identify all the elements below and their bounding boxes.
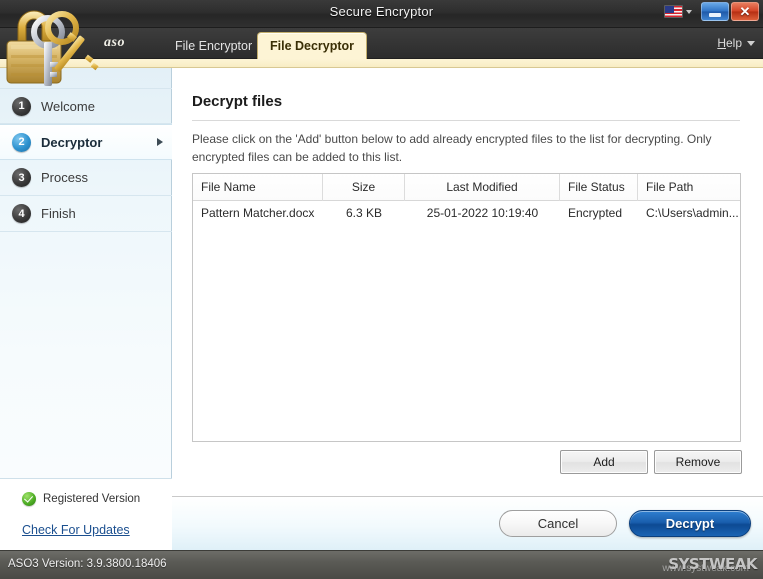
chevron-right-icon [157, 138, 163, 146]
sidebar: 1 Welcome 2 Decryptor 3 Process 4 Finish… [0, 68, 172, 550]
step-number-badge: 1 [12, 96, 31, 116]
cell-file-status: Encrypted [568, 206, 623, 220]
sidebar-item-label: Decryptor [41, 134, 103, 150]
table-header-row: File Name Size Last Modified File Status… [193, 173, 740, 201]
version-label: ASO3 Version: 3.9.3800.18406 [8, 558, 167, 570]
registration-status: Registered Version [22, 492, 140, 506]
cell-file-name: Pattern Matcher.docx [201, 206, 315, 220]
table-row[interactable]: Pattern Matcher.docx 6.3 KB 25-01-2022 1… [193, 201, 740, 225]
tab-file-encryptor[interactable]: File Encryptor [163, 32, 264, 59]
decrypt-button[interactable]: Decrypt [629, 510, 751, 537]
cancel-button[interactable]: Cancel [499, 510, 617, 537]
tab-file-decryptor[interactable]: File Decryptor [257, 32, 368, 59]
registered-version-label: Registered Version [43, 493, 141, 505]
sidebar-item-label: Welcome [41, 98, 95, 114]
window-title: Secure Encryptor [329, 4, 434, 19]
status-bar: ASO3 Version: 3.9.3800.18406 SYSTWEAK ww… [0, 550, 763, 579]
language-selector[interactable] [664, 5, 692, 18]
step-number-badge: 3 [12, 168, 31, 187]
column-header-file-name[interactable]: File Name [193, 173, 323, 201]
title-bar: Secure Encryptor ✕ [0, 0, 763, 28]
sidebar-item-label: Finish [41, 206, 76, 221]
green-check-icon [22, 492, 36, 506]
minimize-button[interactable] [701, 2, 729, 21]
cell-file-path: C:\Users\admin... [646, 206, 739, 220]
sidebar-item-label: Process [41, 170, 88, 185]
sidebar-item-welcome[interactable]: 1 Welcome [0, 88, 172, 124]
chevron-down-icon [686, 9, 692, 14]
sidebar-item-decryptor[interactable]: 2 Decryptor [0, 124, 172, 160]
column-header-last-modified[interactable]: Last Modified [405, 173, 560, 201]
close-button[interactable]: ✕ [731, 2, 759, 21]
title-divider [192, 120, 740, 121]
tab-underline-strip [0, 59, 763, 68]
file-list-table[interactable]: File Name Size Last Modified File Status… [192, 173, 741, 442]
sidebar-item-process[interactable]: 3 Process [0, 160, 172, 196]
cell-last-modified: 25-01-2022 10:19:40 [426, 206, 539, 220]
systweak-watermark-url: www.systweak.com [662, 563, 749, 574]
window-controls: ✕ [664, 2, 759, 21]
brand-label: aso [104, 35, 125, 50]
tab-bar: aso File Encryptor File Decryptor Help [0, 28, 763, 59]
step-number-badge: 2 [12, 132, 31, 152]
main-content: Decrypt files Please click on the 'Add' … [172, 68, 763, 496]
check-for-updates-link[interactable]: Check For Updates [22, 523, 130, 537]
column-header-file-status[interactable]: File Status [560, 173, 638, 201]
add-button[interactable]: Add [560, 450, 648, 474]
remove-button[interactable]: Remove [654, 450, 742, 474]
page-title: Decrypt files [192, 93, 283, 110]
help-menu[interactable]: Help [717, 36, 755, 50]
instructions-text: Please click on the 'Add' button below t… [192, 132, 712, 164]
sidebar-footer: Registered Version Check For Updates [0, 478, 172, 550]
cell-size: 6.3 KB [345, 206, 383, 220]
list-action-buttons: Add Remove [172, 450, 763, 480]
us-flag-icon [664, 5, 683, 18]
step-number-badge: 4 [12, 204, 31, 223]
column-header-file-path[interactable]: File Path [638, 174, 740, 201]
secure-encryptor-window: Secure Encryptor ✕ aso File Encryptor Fi… [0, 0, 763, 579]
column-header-size[interactable]: Size [323, 173, 405, 201]
sidebar-item-finish[interactable]: 4 Finish [0, 196, 172, 232]
wizard-steps: 1 Welcome 2 Decryptor 3 Process 4 Finish [0, 88, 172, 232]
padlock-keys-logo [0, 0, 100, 88]
chevron-down-icon [747, 40, 755, 46]
help-label: Help [717, 36, 742, 50]
footer-bar: Cancel Decrypt [172, 496, 763, 550]
